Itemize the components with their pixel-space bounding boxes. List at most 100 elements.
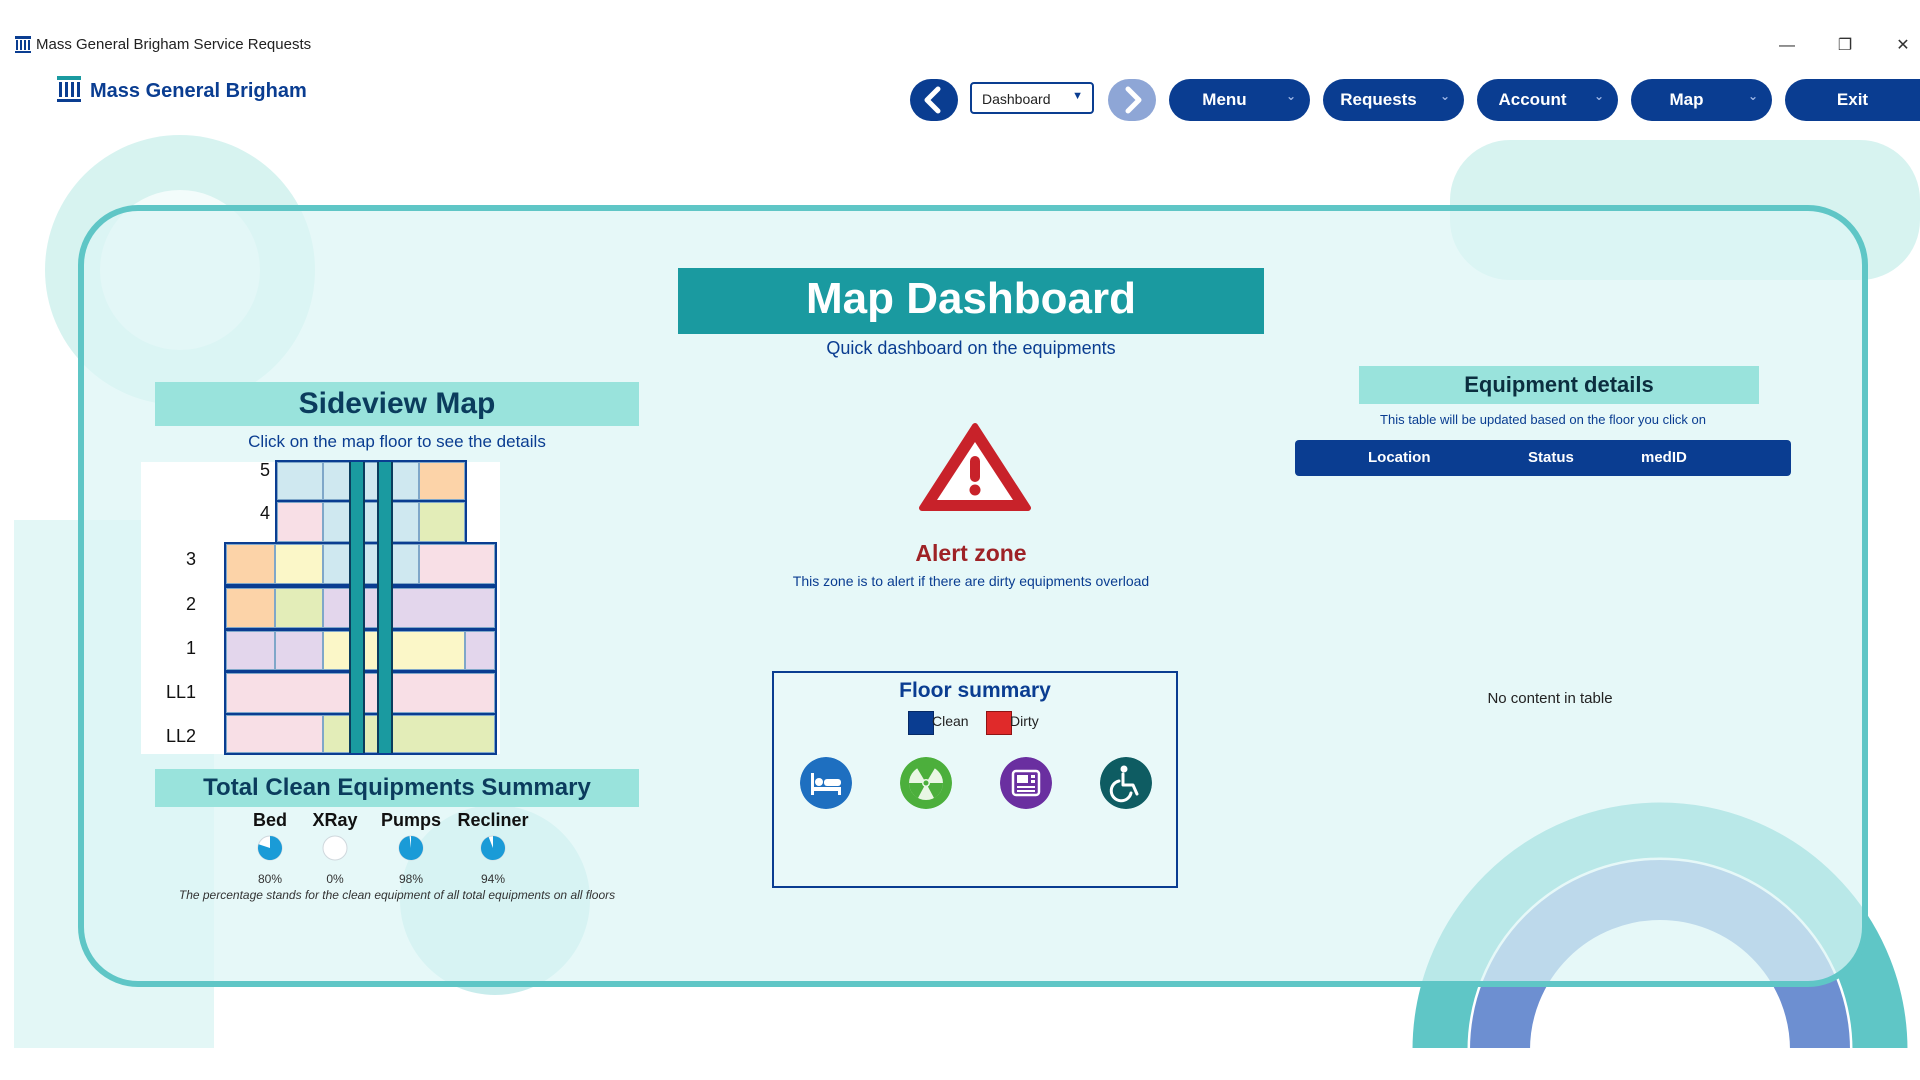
elevator-shaft	[377, 462, 393, 753]
column-header-status[interactable]: Status	[1528, 449, 1574, 466]
alert-text: This zone is to alert if there are dirty…	[792, 573, 1150, 589]
page-select-dropdown[interactable]: Dashboard ▼	[970, 82, 1094, 114]
summary-pumps-pie	[398, 835, 424, 861]
chevron-down-icon: ⌄	[1593, 89, 1604, 103]
summary-pumps-value: 98%	[398, 872, 424, 886]
floor-label-4: 4	[259, 503, 270, 523]
clean-summary-title: Total Clean Equipments Summary	[155, 769, 639, 807]
restore-button[interactable]: ❐	[1830, 32, 1860, 60]
room-cell	[277, 462, 323, 500]
summary-recliner-label: Recliner	[457, 810, 529, 830]
window-title: Mass General Brigham Service Requests	[36, 36, 312, 53]
pie	[398, 835, 424, 861]
account-button-label: Account	[1498, 90, 1567, 109]
chevron-right-icon	[1125, 86, 1142, 114]
pie	[480, 835, 506, 861]
room-cell	[323, 544, 419, 584]
caret-down-icon: ▼	[1072, 90, 1083, 102]
room-cell	[226, 588, 275, 628]
minimize-button[interactable]: —	[1772, 32, 1802, 60]
map-button-label: Map	[1669, 90, 1704, 109]
summary-recliner: Recliner 94%	[448, 810, 538, 886]
warning-triangle-icon	[919, 423, 1031, 511]
room-cell	[419, 462, 465, 500]
bed-icon	[800, 757, 852, 809]
wheelchair-icon	[1100, 757, 1152, 809]
floor-label-ll1: LL1	[165, 682, 196, 702]
pie	[257, 835, 283, 861]
room-cell	[226, 631, 275, 670]
room-cell	[275, 588, 323, 628]
back-button[interactable]	[910, 79, 958, 121]
title-bar: Mass General Brigham Service Requests — …	[0, 28, 1920, 64]
room-cell	[419, 502, 465, 542]
alert-title: Alert zone	[915, 540, 1027, 566]
map-button[interactable]: Map ⌄	[1631, 79, 1772, 121]
chevron-down-icon: ⌄	[1285, 89, 1296, 103]
requests-button-label: Requests	[1340, 90, 1417, 109]
close-button[interactable]: ✕	[1888, 32, 1918, 60]
page-select-value: Dashboard	[982, 91, 1051, 107]
floor-label-3: 3	[185, 549, 196, 569]
pie-slice-clean	[399, 836, 423, 860]
pie	[322, 835, 348, 861]
column-header-medid[interactable]: medID	[1641, 449, 1687, 466]
room-cell	[465, 631, 495, 670]
page-subtitle: Quick dashboard on the equipments	[826, 338, 1116, 358]
summary-pumps-label: Pumps	[380, 810, 441, 830]
summary-xray-pie	[322, 835, 348, 861]
menu-button-label: Menu	[1202, 90, 1247, 109]
chevron-down-icon: ⌄	[1439, 89, 1450, 103]
app-icon	[15, 36, 31, 53]
room-cell	[323, 502, 419, 542]
pie-slice-clean	[481, 836, 505, 860]
room-cell	[419, 544, 495, 584]
summary-recliner-value: 94%	[480, 872, 506, 886]
room-cell	[277, 502, 323, 542]
chevron-left-icon	[924, 86, 941, 114]
room-cell	[323, 631, 465, 670]
brand-logo: Mass General Brigham	[56, 74, 307, 108]
floor-summary-title: Floor summary	[899, 679, 1051, 702]
legend-dirty-swatch	[986, 711, 1012, 735]
floor-label-2: 2	[185, 594, 196, 614]
hospital-columns-icon	[57, 76, 81, 102]
sideview-map-title: Sideview Map	[155, 382, 639, 426]
forward-button[interactable]	[1108, 79, 1156, 121]
floor-label-5: 5	[259, 460, 270, 480]
page-title: Map Dashboard	[805, 274, 1137, 323]
summary-bed-pie	[257, 835, 283, 861]
exit-button[interactable]: Exit	[1785, 79, 1920, 121]
room-cell	[275, 631, 323, 670]
brand-name: Mass General Brigham	[90, 80, 307, 102]
equipment-details-title: Equipment details	[1359, 366, 1759, 404]
requests-button[interactable]: Requests ⌄	[1323, 79, 1464, 121]
equipment-table-empty-text: No content in table	[1487, 690, 1613, 707]
elevator-shaft	[349, 462, 365, 753]
equipment-details-caption: This table will be updated based on the …	[1380, 412, 1706, 427]
room-cell	[226, 715, 323, 753]
menu-button[interactable]: Menu ⌄	[1169, 79, 1310, 121]
pie-background	[322, 835, 348, 861]
legend-clean-swatch	[908, 711, 934, 735]
infusion-pump-icon	[1000, 757, 1052, 809]
dashboard-title-banner: Map Dashboard	[678, 268, 1264, 334]
floor-label-1: 1	[185, 638, 196, 658]
legend-dirty-label: Dirty	[1010, 713, 1039, 729]
floor-label-ll2: LL2	[165, 726, 196, 746]
account-button[interactable]: Account ⌄	[1477, 79, 1618, 121]
legend-clean-label: Clean	[932, 713, 969, 729]
summary-recliner-pie	[480, 835, 506, 861]
room-cell	[226, 544, 275, 584]
room-cell	[323, 462, 419, 500]
room-cell	[275, 544, 323, 584]
equipment-table-header: Location Status medID	[1295, 440, 1791, 476]
summary-note: The percentage stands for the clean equi…	[178, 888, 616, 902]
sideview-map-caption: Click on the map floor to see the detail…	[248, 432, 546, 451]
column-header-location[interactable]: Location	[1368, 449, 1431, 466]
chevron-down-icon: ⌄	[1747, 89, 1758, 103]
summary-pumps: Pumps 98%	[366, 810, 456, 886]
floor-summary-panel: Floor summary Clean Dirty	[772, 671, 1178, 888]
xray-radiation-icon	[900, 757, 952, 809]
exit-button-label: Exit	[1836, 90, 1869, 109]
